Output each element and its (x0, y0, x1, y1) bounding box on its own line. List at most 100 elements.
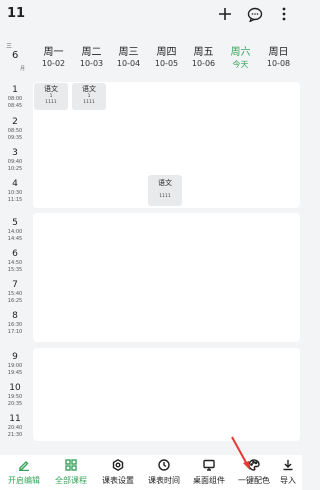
tab-schedule-time[interactable]: 课表时间 (140, 455, 188, 490)
period-start: 14:50 (7, 260, 23, 266)
period-label: 11 20:40 21:30 (0, 414, 30, 439)
course-name: 语文 (82, 85, 96, 93)
period-start: 19:50 (7, 394, 23, 400)
grid-icon (47, 459, 95, 471)
period-number: 8 (12, 311, 18, 321)
tab-desktop-widget[interactable]: 桌面组件 (185, 455, 233, 490)
period-end: 10:25 (7, 166, 23, 172)
edit-icon (0, 459, 48, 471)
tab-label: 桌面组件 (193, 476, 225, 485)
month-unit: 月 (20, 66, 26, 72)
period-end: 17:10 (7, 329, 23, 335)
afternoon-block[interactable] (33, 213, 300, 342)
day-header-wed[interactable]: 周三 10-04 (110, 38, 147, 76)
tab-one-click-color[interactable]: 一键配色 (230, 455, 278, 490)
tab-label: 全部课程 (55, 476, 87, 485)
period-number: 2 (12, 117, 18, 127)
period-label: 7 15:40 16:25 (0, 280, 30, 305)
period-label: 2 08:50 09:35 (0, 117, 30, 142)
day-name: 周一 (43, 47, 64, 58)
period-label: 9 19:00 19:45 (0, 352, 30, 377)
period-end: 15:35 (7, 267, 23, 273)
tab-edit[interactable]: 开启编辑 (0, 455, 48, 490)
day-header-mon[interactable]: 周一 10-02 (35, 38, 72, 76)
add-icon[interactable] (215, 4, 235, 24)
tab-label: 课表时间 (148, 476, 180, 485)
period-start: 15:40 (7, 291, 23, 297)
day-header-thu[interactable]: 周四 10-05 (148, 38, 185, 76)
more-vertical-icon[interactable] (274, 4, 294, 24)
day-date: 10-02 (41, 59, 66, 68)
course-card[interactable]: 语文 1 1111 (34, 83, 68, 110)
period-number: 5 (12, 218, 18, 228)
period-end: 11:15 (7, 197, 23, 203)
monitor-icon (185, 459, 233, 471)
period-start: 16:30 (7, 322, 23, 328)
period-end: 16:25 (7, 298, 23, 304)
week-number[interactable]: 11 (7, 6, 25, 21)
day-name: 周二 (81, 47, 102, 58)
period-start: 10:30 (7, 190, 23, 196)
tab-all-courses[interactable]: 全部课程 (47, 455, 95, 490)
day-name: 周四 (156, 47, 177, 58)
course-card[interactable]: 语文 1 1111 (72, 83, 106, 110)
import-icon (274, 459, 302, 471)
period-start: 08:00 (7, 96, 23, 102)
tab-schedule-settings[interactable]: 课表设置 (94, 455, 142, 490)
day-date: 10-05 (154, 59, 179, 68)
day-header-fri[interactable]: 周五 10-06 (185, 38, 222, 76)
day-name: 周三 (118, 47, 139, 58)
period-label: 6 14:50 15:35 (0, 249, 30, 274)
period-end: 14:45 (7, 236, 23, 242)
message-icon[interactable] (245, 4, 265, 24)
day-name: 周六 (230, 47, 251, 58)
tab-label: 课表设置 (102, 476, 134, 485)
week-header: 三 6 月 周一 10-02 周二 10-03 周三 10-04 周四 10-0… (0, 38, 302, 76)
period-end: 19:45 (7, 370, 23, 376)
period-label: 10 19:50 20:35 (0, 383, 30, 408)
day-header-sun[interactable]: 周日 10-08 (260, 38, 297, 76)
period-label: 8 16:30 17:10 (0, 311, 30, 336)
day-date: 10-08 (266, 59, 291, 68)
day-date: 10-06 (191, 59, 216, 68)
period-end: 20:35 (7, 401, 23, 407)
day-header-tue[interactable]: 周二 10-03 (73, 38, 110, 76)
month-number: 6 (12, 50, 19, 61)
clock-icon (140, 459, 188, 471)
period-number: 7 (12, 280, 18, 290)
period-start: 20:40 (7, 425, 23, 431)
period-start: 14:00 (7, 229, 23, 235)
tab-label: 一键配色 (238, 476, 270, 485)
course-name: 语文 (44, 85, 58, 93)
period-start: 19:00 (7, 363, 23, 369)
period-number: 1 (12, 85, 18, 95)
gear-icon (94, 459, 142, 471)
period-start: 09:40 (7, 159, 23, 165)
palette-icon (230, 459, 278, 471)
period-number: 11 (9, 414, 21, 424)
period-label: 1 08:00 08:45 (0, 85, 30, 110)
period-label: 4 10:30 11:15 (0, 179, 30, 204)
course-teacher: 1111 (83, 100, 95, 105)
period-number: 3 (12, 148, 18, 158)
tab-label: 导入 (280, 476, 296, 485)
course-teacher: 1111 (159, 194, 171, 199)
bottom-toolbar: 开启编辑 全部课程 课表设置 课表时间 桌面组件 一键配色 导入 (0, 455, 302, 490)
period-number: 4 (12, 179, 18, 189)
day-date: 10-03 (79, 59, 104, 68)
course-card[interactable]: 语文 1111 (148, 175, 182, 206)
period-number: 10 (9, 383, 21, 393)
course-name: 语文 (158, 179, 172, 187)
tab-import[interactable]: 导入 (274, 455, 302, 490)
period-end: 08:45 (7, 103, 23, 109)
period-label: 5 14:00 14:45 (0, 218, 30, 243)
day-header-sat-today[interactable]: 周六 今天 (222, 38, 259, 76)
period-end: 09:35 (7, 135, 23, 141)
period-end: 21:30 (7, 432, 23, 438)
tab-label: 开启编辑 (8, 476, 40, 485)
day-name: 周五 (193, 47, 214, 58)
day-name: 周日 (268, 47, 289, 58)
period-number: 9 (12, 352, 18, 362)
period-start: 08:50 (7, 128, 23, 134)
evening-block[interactable] (33, 348, 300, 441)
